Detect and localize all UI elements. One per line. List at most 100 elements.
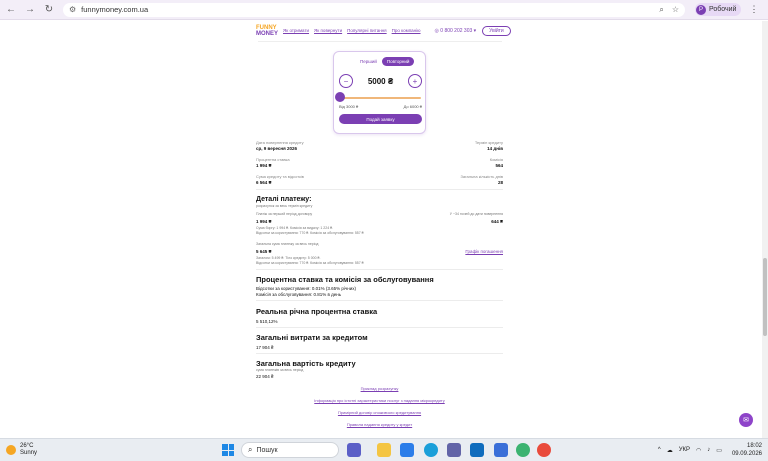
second-payment-value: 5 645 ₴ [256,249,272,254]
total-cost-note: сума платежів за весь період [256,368,304,372]
costs-value: 17 904 ₴ [256,345,274,350]
wifi-icon[interactable]: ◠ [696,447,701,454]
forward-icon[interactable]: → [22,2,38,18]
divider [256,300,503,301]
language-indicator[interactable]: УКР [679,447,690,453]
edge-icon[interactable] [424,443,438,457]
term-value: 14 днів [487,146,503,151]
task-view-icon[interactable] [347,443,361,457]
tab-repeat[interactable]: Повторний [381,57,415,66]
profile-name: Робочий [709,6,737,13]
profile-button[interactable]: Р Робочий [695,3,742,16]
amount-value: 5000 ₴ [367,76,394,86]
total-amount: Сума кредиту та відсотків 6 564 ₴ [256,174,304,185]
system-tray: ^ ☁ УКР ◠ ♪ ▭ 18:02 09.09.2026 [652,442,762,458]
windows-taskbar: 26°C Sunny ⌕ Пошук ^ ☁ УКР ◠ ♪ ▭ 18:02 0… [0,438,768,461]
payment-date-label: Дата повернення кредиту [256,140,304,145]
amount-slider-handle[interactable] [335,92,345,102]
tab-first[interactable]: Перший [355,57,382,66]
rates-line-2: Комісія за обслуговування: 0.81% в день [256,292,342,297]
cloud-icon[interactable]: ☁ [667,447,673,454]
site-header: FUNNY MONEY Як отримати Як повернути Поп… [256,23,511,38]
apr-title: Реальна річна процентна ставка [256,307,378,316]
commission-label: Комісія [489,157,503,162]
footer-links: Приклад розрахунку Інформація про істотн… [256,386,503,434]
divider [256,353,503,354]
percent-value: 1 994 ₴ [256,163,272,168]
whatsapp-icon[interactable] [516,443,530,457]
max-amount-label: До 6000 ₴ [403,104,422,109]
footer-link-rules[interactable]: Правила надання кредиту у кредит [256,422,503,427]
file-explorer-icon[interactable] [377,443,391,457]
schedule-link[interactable]: Графік погашення [465,249,503,254]
total-value: 6 564 ₴ [256,180,272,185]
submit-application-button[interactable]: Подай заявку [339,114,422,124]
days-value: 28 [497,180,503,185]
nav-about[interactable]: Про компанію [392,28,421,33]
increase-button[interactable]: + [407,74,422,88]
apr-value: 5 510,12% [256,319,278,324]
first-payment-note-2: Відсотки за користування: 770 ₴. Комісія… [256,231,364,235]
battery-icon[interactable]: ▭ [716,447,722,454]
second-payment-desc: Загальна сума платежу за весь період [256,242,319,246]
teams-icon[interactable] [447,443,461,457]
second-payment-note-2: Відсотки за користування: 770 ₴. Комісія… [256,261,364,265]
search-icon: ⌕ [248,445,253,454]
second-payment-note-1: Загалом: 5 499 ₴. Тіло кредиту: 5 000 ₴. [256,256,321,260]
percent-label: Процентна ставка [256,157,290,162]
copilot-icon[interactable] [400,443,414,457]
bookmark-star-icon[interactable]: ☆ [672,5,679,14]
nav-how-to-get[interactable]: Як отримати [283,28,309,33]
scrollbar-thumb[interactable] [763,258,767,336]
chevron-up-icon[interactable]: ^ [658,447,661,453]
windows-start-icon[interactable] [222,444,234,456]
footer-link-info[interactable]: Інформація про істотні характеристики по… [256,398,503,403]
browser-toolbar: ← → ↻ ⚙ funnymoney.com.ua ⌕ ☆ Р Робочий … [0,0,768,20]
client-type-tabs: Перший Повторний [355,57,415,66]
decrease-button[interactable]: − [339,74,353,88]
payment-details-title: Деталі платежу: [256,196,312,203]
sun-icon [6,445,16,455]
chat-icon[interactable]: ✉ [739,413,753,427]
loan-calculator: Перший Повторний − 5000 ₴ + Від 3000 ₴ Д… [333,51,426,134]
days-count: Загальна кількість днів 28 [461,174,503,185]
back-icon[interactable]: ← [3,2,19,18]
phone-number[interactable]: ◎ 0 800 202 303 ▾ [435,28,477,34]
rates-line-1: Відсотки за користування: 0.01% (3.65% р… [256,286,356,291]
term-label: Термін кредиту [474,140,503,145]
address-bar[interactable]: ⚙ funnymoney.com.ua ⌕ ☆ [63,2,685,17]
days-label: Загальна кількість днів [460,174,503,179]
login-button[interactable]: Увійти [482,25,511,36]
menu-dots-icon[interactable]: ⋮ [749,4,758,15]
weather-widget[interactable]: 26°C Sunny [6,443,37,457]
zoom-icon[interactable]: ⌕ [659,5,663,15]
payment-date-value: ср, 9 вересня 2026 [256,146,298,151]
avatar: Р [696,4,706,15]
commission-amount: Комісія 564 [490,157,503,168]
footer-link-contract[interactable]: Примірний договір споживчого кредитуванн… [256,410,503,415]
nav-how-to-repay[interactable]: Як повернути [314,28,342,33]
taskbar-search[interactable]: ⌕ Пошук [241,442,339,458]
chrome-icon[interactable] [537,443,551,457]
nav-faq[interactable]: Популярні питання [347,28,387,33]
temperature: 26°C [20,443,34,449]
first-payment-note-1: Сума боргу: 1 994 ₴. Комісія за видачу: … [256,226,334,230]
footer-link-example[interactable]: Приклад розрахунку [256,386,503,391]
volume-icon[interactable]: ♪ [707,447,710,453]
min-amount-label: Від 3000 ₴ [339,104,359,109]
payment-details-subtitle: розрахунок за весь термін кредиту [256,204,313,208]
date: 09.09.2026 [731,451,762,457]
rates-title: Процентна ставка та комісія за обслугову… [256,275,434,284]
url-text[interactable]: funnymoney.com.ua [81,5,651,14]
reload-icon[interactable]: ↻ [41,2,57,18]
page-viewport: FUNNY MONEY Як отримати Як повернути Поп… [0,21,768,438]
loan-term: Термін кредиту 14 днів [475,140,503,151]
site-info-icon[interactable]: ⚙ [69,5,76,14]
amount-slider-track[interactable] [339,97,421,99]
app-icon[interactable] [494,443,508,457]
clock[interactable]: 18:02 09.09.2026 [732,442,762,458]
first-payment-value: 1 994 ₴ [256,219,272,224]
page-scrollbar[interactable] [762,21,768,438]
site-logo[interactable]: FUNNY MONEY [256,25,278,37]
outlook-icon[interactable] [470,443,484,457]
